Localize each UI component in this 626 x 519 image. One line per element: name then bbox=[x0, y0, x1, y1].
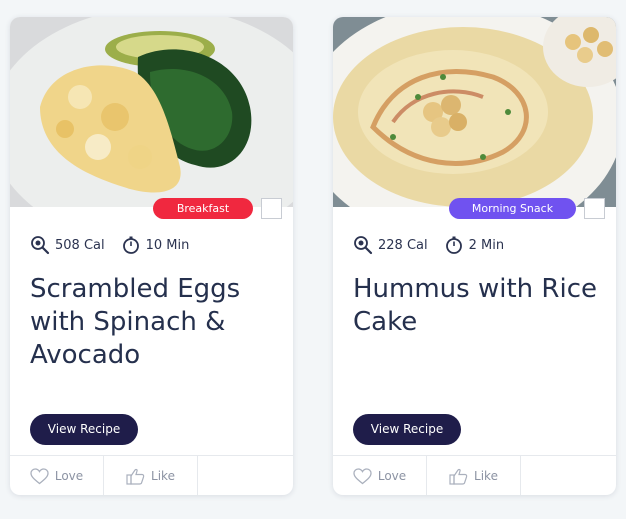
select-checkbox[interactable] bbox=[584, 198, 605, 219]
recipe-card[interactable]: Morning Snack 228 Cal 2 Min Hummus with … bbox=[333, 17, 616, 495]
like-label: Like bbox=[151, 469, 175, 483]
card-footer: Love Like bbox=[333, 455, 616, 495]
love-label: Love bbox=[54, 469, 84, 483]
like-label: Like bbox=[474, 469, 498, 483]
view-recipe-button[interactable]: View Recipe bbox=[353, 414, 461, 445]
stopwatch-icon bbox=[444, 235, 464, 255]
recipe-meta: 228 Cal 2 Min bbox=[353, 235, 520, 255]
time-value: 10 Min bbox=[145, 237, 190, 253]
love-button[interactable]: Love bbox=[10, 456, 104, 495]
calories-icon bbox=[353, 235, 373, 255]
calories-icon bbox=[30, 235, 50, 255]
thumbs-up-icon bbox=[449, 468, 468, 485]
thumbs-up-icon bbox=[126, 468, 145, 485]
card-footer: Love Like bbox=[10, 455, 293, 495]
meal-type-badge: Morning Snack bbox=[449, 198, 576, 219]
like-button[interactable]: Like bbox=[427, 456, 521, 495]
recipe-photo[interactable] bbox=[333, 17, 616, 207]
recipe-title[interactable]: Scrambled Eggs with Spinach & Avocado bbox=[30, 273, 275, 372]
meal-type-badge: Breakfast bbox=[153, 198, 253, 219]
recipe-title[interactable]: Hummus with Rice Cake bbox=[353, 273, 598, 339]
stopwatch-icon bbox=[121, 235, 141, 255]
view-recipe-button[interactable]: View Recipe bbox=[30, 414, 138, 445]
select-checkbox[interactable] bbox=[261, 198, 282, 219]
calories-value: 228 Cal bbox=[378, 237, 428, 253]
recipe-meta: 508 Cal 10 Min bbox=[30, 235, 205, 255]
recipe-photo[interactable] bbox=[10, 17, 293, 207]
love-label: Love bbox=[377, 469, 407, 483]
heart-icon bbox=[30, 467, 49, 485]
time-value: 2 Min bbox=[468, 237, 505, 253]
calories-value: 508 Cal bbox=[55, 237, 105, 253]
love-button[interactable]: Love bbox=[333, 456, 427, 495]
recipe-card[interactable]: Breakfast 508 Cal 10 Min Scrambled Eggs … bbox=[10, 17, 293, 495]
like-button[interactable]: Like bbox=[104, 456, 198, 495]
heart-icon bbox=[353, 467, 372, 485]
